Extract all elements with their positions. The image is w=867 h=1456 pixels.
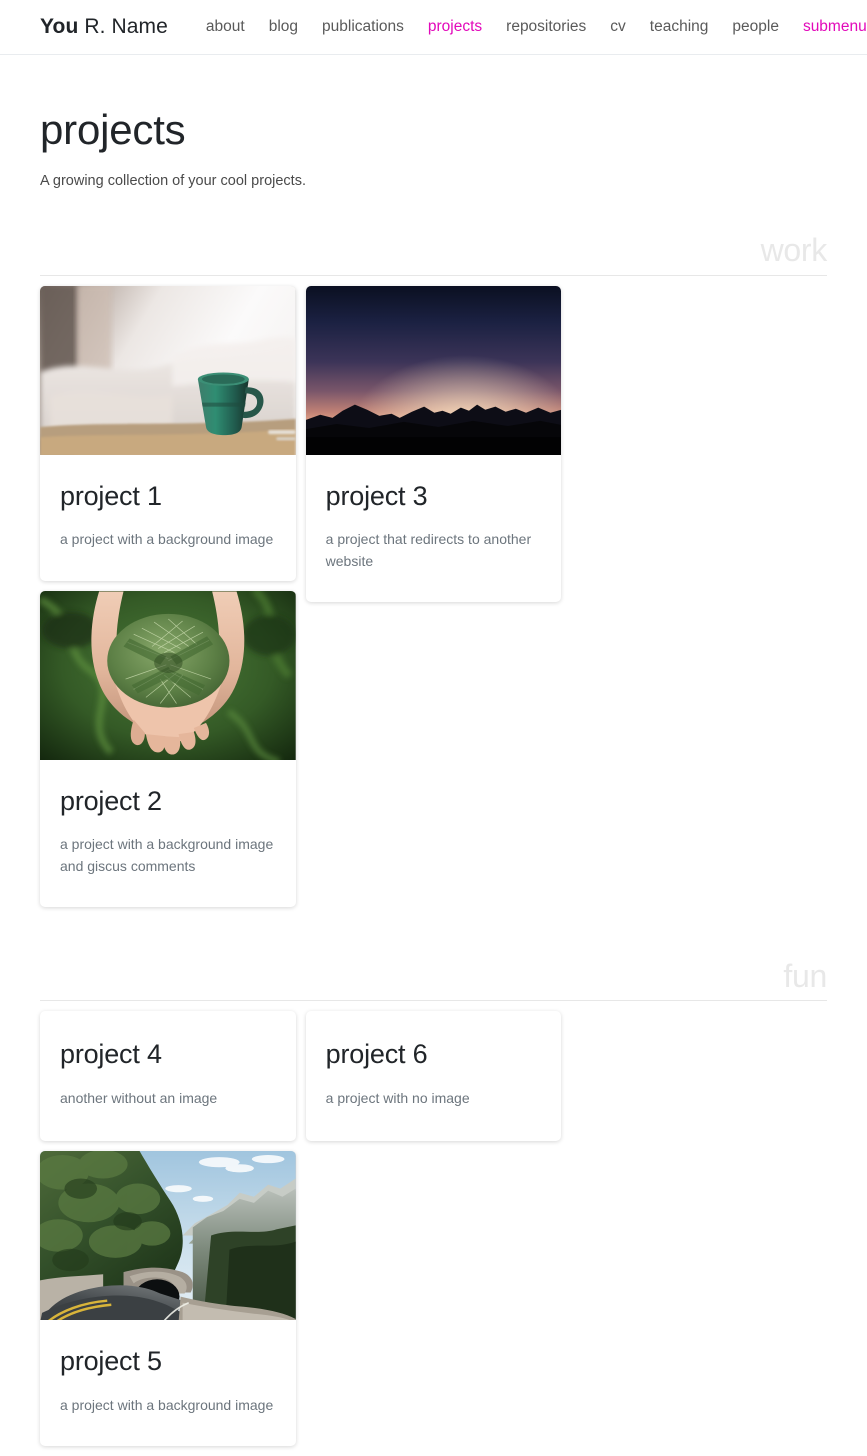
project-image-mountain-sunset [305,285,562,455]
category-section-work: work project 1 a project with a backgrou… [40,233,827,917]
page-title: projects [40,106,186,153]
project-card[interactable]: project 3 a project that redirects to an… [305,285,562,603]
project-title: project 3 [325,480,428,511]
project-card-body: project 6 a project with no image [306,1011,562,1141]
category-title-fun: fun [783,958,827,995]
project-card-body: project 5 a project with a background im… [40,1320,296,1446]
project-card[interactable]: project 6 a project with no image [305,1011,562,1142]
project-title: project 1 [60,480,162,511]
project-description: a project with a background image and gi… [60,835,274,874]
project-description: a project with no image [325,1089,470,1106]
nav-links: about blog publications projects reposit… [194,19,867,35]
page-content: projects A growing collection of your co… [0,106,867,1456]
project-description: a project with a background image [60,1396,274,1413]
project-image-hands-pine-needles [40,590,296,760]
brand-last-name: R. Name [78,15,168,38]
category-title-work: work [760,232,828,269]
site-brand[interactable]: You R. Name [40,15,168,39]
project-description: a project that redirects to another webs… [325,530,532,569]
brand-first-name: You [40,15,79,38]
project-card[interactable]: project 1 a project with a background im… [40,285,296,581]
nav-item-people[interactable]: people [720,19,791,35]
project-title: project 6 [325,1039,428,1070]
nav-item-about[interactable]: about [194,19,257,35]
project-card[interactable]: project 2 a project with a background im… [40,590,296,908]
nav-item-blog[interactable]: blog [257,19,310,35]
project-title: project 2 [60,785,162,816]
project-grid-fun: project 4 another without an image proje… [40,1011,827,1456]
nav-item-repositories[interactable]: repositories [494,19,598,35]
project-card[interactable]: project 5 a project with a background im… [40,1151,296,1447]
nav-item-submenus-label: submenus [802,18,867,36]
category-section-fun: fun project 4 another without an image p… [40,959,827,1456]
site-navbar: You R. Name about blog publications proj… [0,0,867,55]
project-card-body: project 4 another without an image [40,1011,296,1141]
project-card[interactable]: project 4 another without an image [40,1011,296,1142]
category-divider-fun [40,1000,827,1002]
nav-item-projects[interactable]: projects [416,19,494,35]
nav-item-publications[interactable]: publications [310,19,416,35]
project-card-body: project 3 a project that redirects to an… [306,455,562,603]
project-image-bedroom-mug [40,285,296,455]
category-divider-work [40,274,827,276]
page-description: A growing collection of your cool projec… [40,173,306,190]
project-title: project 5 [60,1346,162,1377]
nav-item-cv[interactable]: cv [598,19,638,35]
project-description: another without an image [60,1089,218,1106]
nav-item-teaching[interactable]: teaching [638,19,721,35]
project-description: a project with a background image [60,530,274,547]
project-card-body: project 1 a project with a background im… [40,455,296,581]
project-image-mountain-road-tunnel [40,1151,296,1321]
project-card-body: project 2 a project with a background im… [40,760,296,908]
project-title: project 4 [60,1039,162,1070]
project-grid-work: project 1 a project with a background im… [40,285,827,918]
nav-item-submenus[interactable]: submenus [791,19,867,35]
